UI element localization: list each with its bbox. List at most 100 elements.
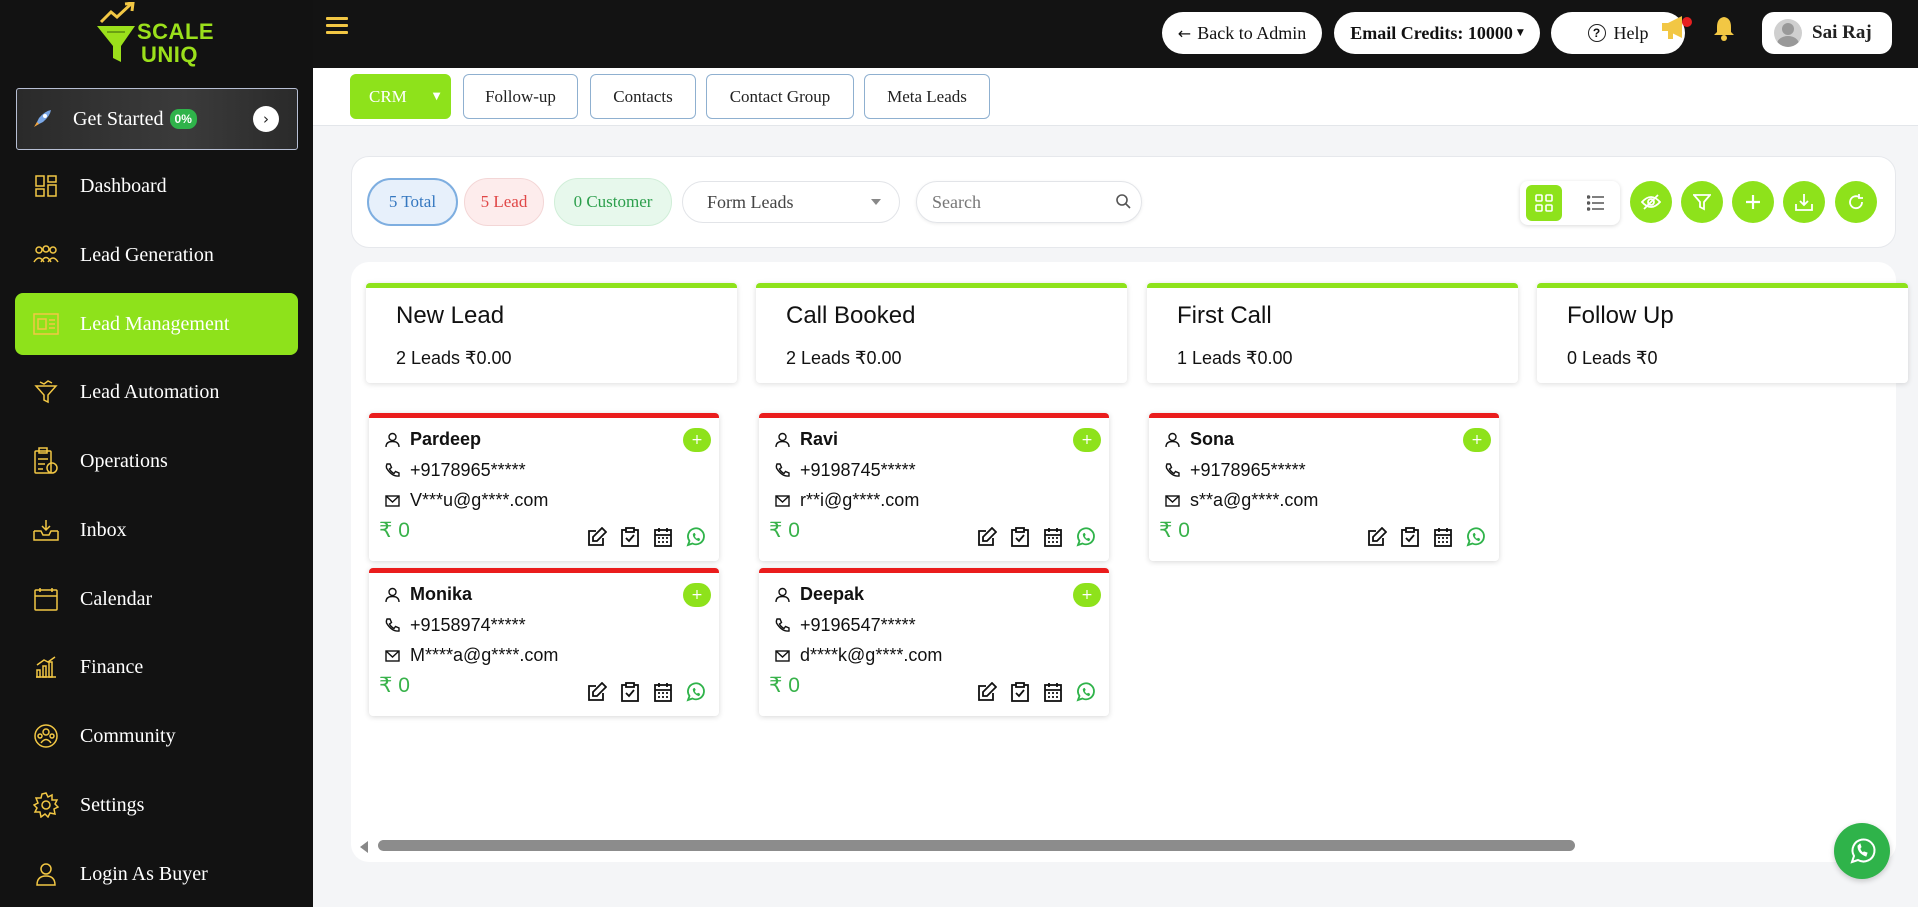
sidebar-item-lead-generation[interactable]: Lead Generation [15,224,298,286]
sidebar-item-lead-automation[interactable]: Lead Automation [15,361,298,423]
calendar-icon[interactable] [652,526,674,548]
column-title: Follow Up [1567,302,1674,329]
user-name: Sai Raj [1812,22,1872,43]
edit-icon[interactable] [976,526,998,548]
filter-icon[interactable] [1681,181,1723,223]
edit-icon[interactable] [1366,526,1388,548]
lead-source-value: Form Leads [707,191,794,212]
scroll-left-icon[interactable] [360,841,368,853]
customer-filter-chip[interactable]: 0 Customer [554,178,672,226]
tab-follow-up[interactable]: Follow-up [463,74,578,119]
clipboard-icon [32,447,60,475]
add-note-button[interactable]: + [1073,583,1101,607]
sidebar-item-dashboard[interactable]: Dashboard [15,155,298,217]
notification-bell-icon[interactable] [1712,15,1736,41]
task-icon[interactable] [1009,681,1031,703]
hide-columns-icon[interactable] [1630,181,1672,223]
sidebar-item-label: Operations [80,449,168,472]
search-input[interactable] [932,182,1112,222]
get-started-button[interactable]: Get Started 0% › [16,88,298,150]
sidebar-item-label: Login As Buyer [80,862,208,885]
brand-name: SCALE UNIQ [137,19,215,67]
task-icon[interactable] [1009,526,1031,548]
chip-label: 0 Customer [573,192,653,211]
add-note-button[interactable]: + [683,583,711,607]
lead-source-select[interactable]: Form Leads [682,181,900,223]
sidebar-item-inbox[interactable]: Inbox [15,499,298,561]
lead-phone-row: +9178965***** [1164,460,1306,481]
calendar-icon[interactable] [1042,526,1064,548]
announcement-megaphone-icon[interactable] [1660,13,1694,43]
task-icon[interactable] [1399,526,1421,548]
lead-phone-row: +9198745***** [774,460,916,481]
calendar-icon[interactable] [652,681,674,703]
lead-card[interactable]: Sona +9178965***** s**a@g****.com ₹ 0 + [1149,413,1499,561]
hamburger-menu-icon[interactable] [326,17,348,35]
lead-card[interactable]: Monika +9158974***** M****a@g****.com ₹ 0 + [369,568,719,716]
edit-icon[interactable] [976,681,998,703]
lead-card[interactable]: Deepak +9196547***** d****k@g****.com ₹ 0 + [759,568,1109,716]
add-lead-icon[interactable] [1732,181,1774,223]
person-icon [384,432,400,448]
total-filter-chip[interactable]: 5 Total [367,178,458,226]
sidebar-item-finance[interactable]: Finance [15,636,298,698]
sidebar-item-operations[interactable]: Operations [15,430,298,492]
whatsapp-icon[interactable] [1465,526,1487,548]
whatsapp-icon[interactable] [1075,681,1097,703]
email-credits-dropdown[interactable]: Email Credits: 10000 ▼ [1334,12,1540,54]
back-to-admin-button[interactable]: ← Back to Admin [1162,12,1322,54]
mail-icon [384,493,400,509]
sidebar-item-lead-management[interactable]: Lead Management [15,293,298,355]
sidebar-item-label: Dashboard [80,174,167,197]
column-summary: 1 Leads ₹0.00 [1177,348,1293,368]
progress-badge: 0% [169,109,197,129]
add-note-button[interactable]: + [1463,428,1491,452]
search-icon[interactable] [1115,193,1131,214]
sidebar-item-label: Inbox [80,518,127,541]
sidebar-item-login-as-buyer[interactable]: Login As Buyer [15,843,298,905]
get-started-label: Get Started [73,107,164,130]
tab-meta-leads[interactable]: Meta Leads [864,74,990,119]
lead-email-row: s**a@g****.com [1164,490,1318,511]
task-icon[interactable] [619,526,641,548]
calendar-icon[interactable] [1432,526,1454,548]
tab-contact-group[interactable]: Contact Group [706,74,854,119]
column-summary: 2 Leads ₹0.00 [396,348,512,368]
chevron-right-icon[interactable]: › [253,106,279,132]
download-icon[interactable] [1783,181,1825,223]
sidebar-item-settings[interactable]: Settings [15,774,298,836]
column-title: New Lead [396,302,505,329]
board-icon [32,310,60,338]
whatsapp-icon[interactable] [685,681,707,703]
horizontal-scrollbar[interactable] [360,839,1900,853]
edit-icon[interactable] [586,526,608,548]
email-credits-label: Email Credits: 10000 [1350,22,1513,43]
phone-icon [1164,463,1180,479]
whatsapp-chat-icon[interactable] [1834,823,1890,879]
tab-crm[interactable]: CRM ▼ [350,74,451,119]
sidebar-item-calendar[interactable]: Calendar [15,568,298,630]
sidebar-item-community[interactable]: Community [15,705,298,767]
mail-icon [774,648,790,664]
scaleuniq-logo[interactable]: SCALE UNIQ [95,2,225,68]
sidebar-item-label: Community [80,724,176,747]
add-note-button[interactable]: + [1073,428,1101,452]
sidebar-item-label: Lead Generation [80,243,214,266]
lead-card[interactable]: Pardeep +9178965***** V***u@g****.com ₹ 0 + [369,413,719,561]
task-icon[interactable] [619,681,641,703]
scroll-thumb[interactable] [378,840,1575,851]
tab-contacts[interactable]: Contacts [590,74,696,119]
list-view-icon[interactable] [1578,185,1614,221]
whatsapp-icon[interactable] [685,526,707,548]
inbox-icon [32,516,60,544]
user-menu[interactable]: Sai Raj [1762,12,1892,54]
funnel-icon [32,378,60,406]
add-note-button[interactable]: + [683,428,711,452]
refresh-icon[interactable] [1835,181,1877,223]
grid-view-icon[interactable] [1526,185,1562,221]
lead-card[interactable]: Ravi +9198745***** r**i@g****.com ₹ 0 + [759,413,1109,561]
lead-filter-chip[interactable]: 5 Lead [464,178,544,226]
edit-icon[interactable] [586,681,608,703]
calendar-icon[interactable] [1042,681,1064,703]
whatsapp-icon[interactable] [1075,526,1097,548]
